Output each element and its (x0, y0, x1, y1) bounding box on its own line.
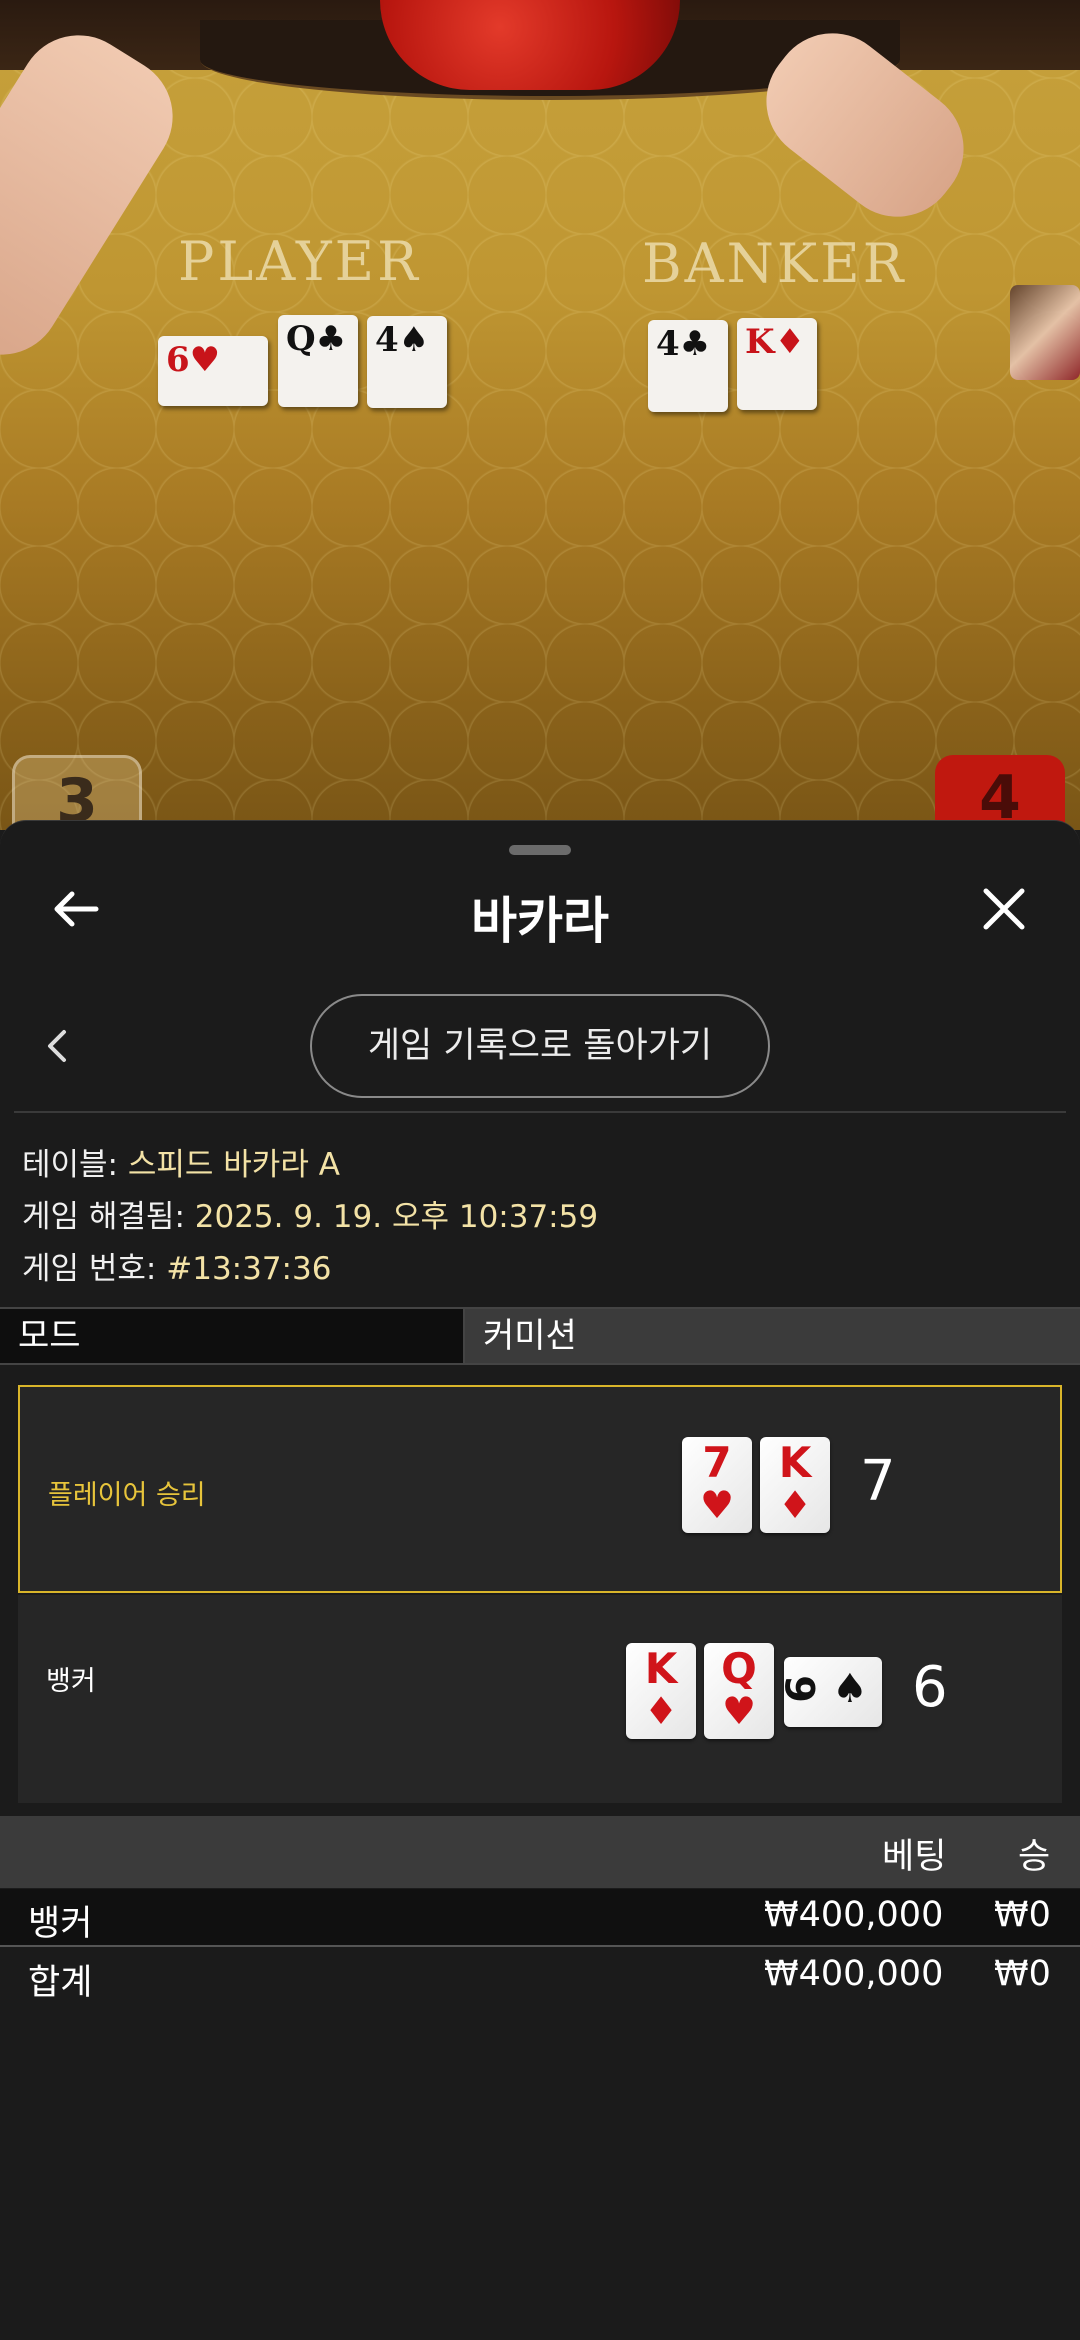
result-card-sideways: 6 ♠ (779, 1657, 882, 1727)
chevron-left-icon[interactable] (42, 1026, 72, 1066)
card-suit: ♦ (643, 1689, 679, 1733)
card-rank: K (745, 322, 775, 362)
result-card: 7 ♥ (682, 1437, 752, 1533)
tab-commission[interactable]: 커미션 (465, 1309, 1080, 1363)
bet-amount: ₩400,000 (764, 1895, 944, 1935)
info-label: 테이블: (22, 1147, 119, 1183)
felt-banker-label: BANKER (642, 232, 907, 295)
card-rank: K (644, 1644, 678, 1693)
banker-result-row: 뱅커 K ♦ Q ♥ 6 ♠ 6 (18, 1595, 1062, 1803)
divider (14, 1111, 1066, 1113)
live-video-feed: PLAYER BANKER 6♥ Q♣ 4♠ 4♣ K♦ 3 4 (0, 0, 1080, 830)
bets-table-header: 베팅 승 (0, 1816, 1080, 1888)
column-win: 승 (1018, 1837, 1051, 1877)
card-suit: ♥ (189, 340, 221, 380)
table-card: 6♥ (158, 336, 268, 406)
felt-player-label: PLAYER (178, 230, 421, 293)
card-rank: Q (286, 319, 316, 359)
mode-tabs: 모드 커미션 (0, 1307, 1080, 1365)
info-label: 게임 해결됨: (22, 1199, 185, 1235)
card-suit: ♣ (679, 324, 711, 364)
info-value: 2025. 9. 19. 오후 10:37:59 (194, 1199, 599, 1235)
card-suit: ♠ (832, 1666, 868, 1712)
card-rank: 4 (656, 324, 680, 364)
table-card: K♦ (737, 318, 817, 410)
card-rank: 6 (778, 1675, 825, 1703)
player-result-label: 플레이어 승리 (48, 1480, 206, 1511)
result-card: K ♦ (760, 1437, 830, 1533)
win-amount: ₩0 (994, 1895, 1051, 1935)
card-suit: ♣ (315, 319, 347, 359)
player-result-row: 플레이어 승리 7 ♥ K ♦ 7 (18, 1385, 1062, 1593)
info-label: 게임 번호: (22, 1251, 157, 1287)
win-amount: ₩0 (994, 1954, 1051, 1994)
card-rank: Q (721, 1644, 757, 1693)
game-detail-sheet: 바카라 게임 기록으로 돌아가기 테이블: 스피드 바카라 A 게임 해결됨: … (0, 820, 1080, 2340)
table-row: 뱅커 ₩400,000 ₩0 (0, 1889, 1080, 1945)
card-suit: ♠ (398, 320, 430, 360)
table-row: 합계 ₩400,000 ₩0 (0, 1948, 1080, 2004)
game-number-info: 게임 번호: #13:37:36 (22, 1243, 331, 1288)
result-card: K ♦ (626, 1643, 696, 1739)
card-shoe (1010, 285, 1080, 380)
dealer-dress (380, 0, 680, 90)
card-rank: 7 (702, 1438, 732, 1487)
table-info: 테이블: 스피드 바카라 A (22, 1139, 340, 1184)
card-suit: ♦ (777, 1483, 813, 1527)
table-card: Q♣ (278, 315, 358, 407)
banker-score-badge: 4 (935, 755, 1065, 830)
page-title: 바카라 (471, 892, 609, 950)
result-card: Q ♥ (704, 1643, 774, 1739)
table-card: 4♠ (367, 316, 447, 408)
back-to-history-button[interactable]: 게임 기록으로 돌아가기 (310, 994, 770, 1098)
banker-result-label: 뱅커 (46, 1666, 96, 1697)
player-score-badge: 3 (12, 755, 142, 830)
column-bet: 베팅 (882, 1837, 947, 1877)
info-value: #13:37:36 (166, 1251, 332, 1287)
card-suit: ♥ (721, 1689, 757, 1733)
player-result-score: 7 (860, 1449, 896, 1514)
tab-mode[interactable]: 모드 (0, 1309, 465, 1363)
resolved-info: 게임 해결됨: 2025. 9. 19. 오후 10:37:59 (22, 1191, 598, 1236)
banker-result-score: 6 (912, 1655, 948, 1720)
card-rank: 4 (375, 320, 399, 360)
bet-name: 뱅커 (28, 1904, 93, 1944)
divider (0, 1945, 1080, 1947)
card-suit: ♦ (774, 322, 806, 362)
bet-amount: ₩400,000 (764, 1954, 944, 1994)
close-icon[interactable] (978, 883, 1030, 935)
card-rank: K (778, 1438, 812, 1487)
card-rank: 6 (166, 340, 190, 380)
info-value: 스피드 바카라 A (127, 1147, 340, 1183)
drag-handle[interactable] (509, 845, 571, 855)
bet-name: 합계 (28, 1963, 93, 2003)
table-card: 4♣ (648, 320, 728, 412)
card-suit: ♥ (699, 1483, 735, 1527)
